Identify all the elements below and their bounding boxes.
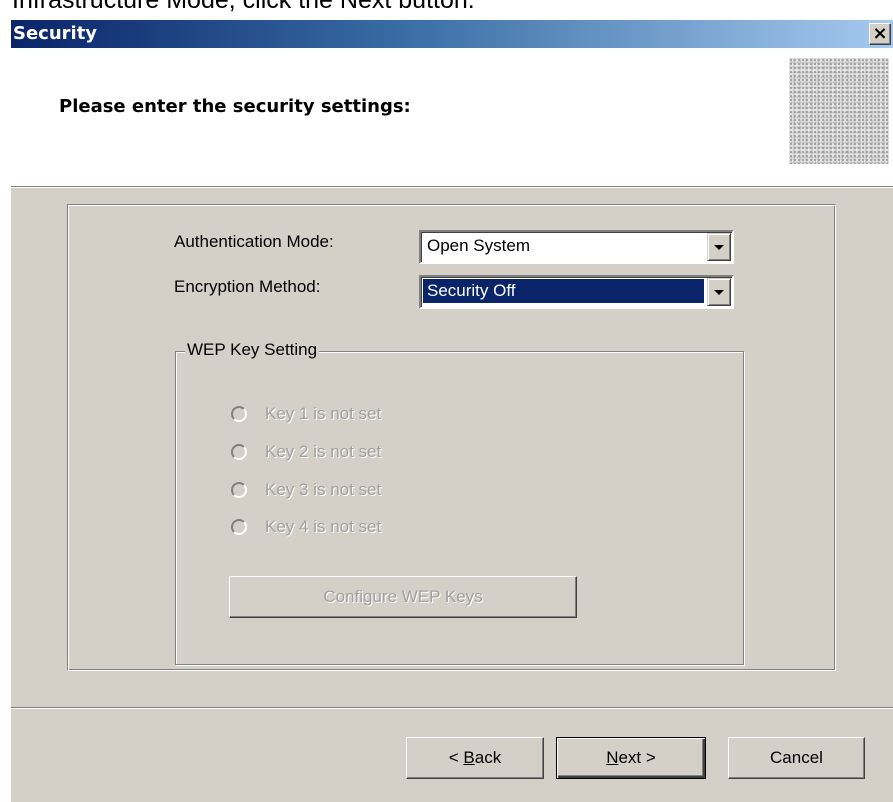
configure-wep-keys-button[interactable]: Configure WEP Keys bbox=[229, 576, 577, 618]
wep-key-label: Key 4 is not set bbox=[265, 517, 382, 536]
next-mnemonic: N bbox=[606, 748, 619, 767]
back-prefix: < bbox=[448, 748, 464, 767]
radio-button-icon[interactable] bbox=[231, 482, 247, 498]
auth-mode-select[interactable]: Open System bbox=[419, 230, 734, 264]
encryption-select[interactable]: Security Off bbox=[419, 275, 734, 309]
close-button[interactable]: × bbox=[869, 23, 891, 45]
window-title: Security bbox=[13, 23, 98, 44]
radio-button-icon[interactable] bbox=[231, 406, 247, 422]
caption-text: Infrastructure Mode, click the Next butt… bbox=[12, 0, 475, 14]
background-caption: Infrastructure Mode, click the Next butt… bbox=[0, 0, 893, 20]
encryption-label: Encryption Method: bbox=[174, 277, 321, 296]
back-button[interactable]: < Back bbox=[406, 737, 544, 779]
back-rest: ack bbox=[474, 748, 502, 767]
chevron-down-icon[interactable] bbox=[707, 278, 731, 306]
wep-group-label: WEP Key Setting bbox=[185, 340, 320, 360]
noise-pattern-logo-icon bbox=[789, 58, 889, 164]
next-rest: ext > bbox=[618, 748, 656, 767]
wep-key-label: Key 3 is not set bbox=[265, 480, 382, 499]
radio-button-icon[interactable] bbox=[231, 519, 247, 535]
footer-separator bbox=[11, 707, 893, 708]
back-mnemonic: B bbox=[463, 748, 475, 767]
next-button[interactable]: Next > bbox=[556, 737, 706, 779]
header-title: Please enter the security settings: bbox=[59, 96, 411, 117]
title-bar[interactable]: Security × bbox=[11, 20, 893, 48]
cancel-button[interactable]: Cancel bbox=[728, 737, 865, 779]
wizard-header: Please enter the security settings: bbox=[11, 48, 893, 188]
auth-mode-value: Open System bbox=[427, 236, 530, 255]
wep-key-label: Key 1 is not set bbox=[265, 404, 382, 423]
security-dialog: Security × Please enter the security set… bbox=[10, 20, 893, 802]
encryption-value: Security Off bbox=[423, 279, 704, 303]
chevron-down-icon[interactable] bbox=[707, 233, 731, 261]
close-icon: × bbox=[872, 23, 888, 44]
wep-key-label: Key 2 is not set bbox=[265, 442, 382, 461]
auth-mode-label: Authentication Mode: bbox=[174, 232, 334, 251]
radio-button-icon[interactable] bbox=[231, 444, 247, 460]
